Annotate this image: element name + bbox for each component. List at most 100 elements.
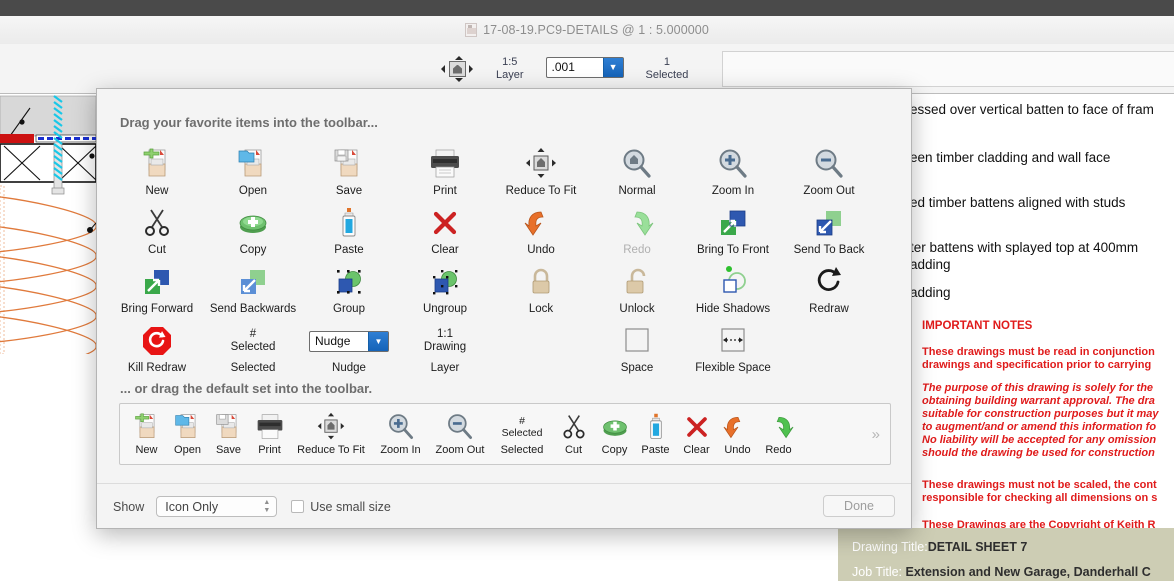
- palette-item-label: Layer: [430, 362, 460, 374]
- default-item-undo[interactable]: Undo: [717, 412, 758, 456]
- toolbar-item-palette[interactable]: New Open Save Print Reduce To Fit Normal…: [109, 139, 901, 375]
- palette-item-space[interactable]: Space: [589, 316, 685, 375]
- selected-count-icon: # Selected: [231, 324, 276, 358]
- new-document-icon: [132, 412, 162, 442]
- default-item-label: Selected: [500, 444, 544, 456]
- default-item-open[interactable]: Open: [167, 412, 208, 456]
- group-icon: [332, 265, 366, 299]
- palette-item-unlock[interactable]: Unlock: [589, 257, 685, 316]
- selected-glyph-hash: #: [249, 328, 257, 340]
- palette-item-flexible-space[interactable]: Flexible Space: [685, 316, 781, 375]
- palette-item-selected[interactable]: # Selected Selected: [205, 316, 301, 375]
- palette-item-label: Space: [620, 362, 654, 374]
- palette-item-bring-forward[interactable]: Bring Forward: [109, 257, 205, 316]
- use-small-size-row[interactable]: Use small size: [291, 500, 391, 514]
- default-item-reduce-to-fit[interactable]: Reduce To Fit: [290, 412, 372, 456]
- palette-item-kill-redraw[interactable]: Kill Redraw: [109, 316, 205, 375]
- screen: 17-08-19.PC9-DETAILS @ 1 : 5.000000 1:5 …: [0, 0, 1174, 581]
- use-small-size-checkbox[interactable]: [291, 500, 305, 513]
- palette-item-clear[interactable]: Clear: [397, 198, 493, 257]
- default-item-clear[interactable]: Clear: [676, 412, 717, 456]
- palette-item-label: Group: [333, 303, 365, 315]
- palette-item-send-backwards[interactable]: Send Backwards: [205, 257, 301, 316]
- palette-item-send-to-back[interactable]: Send To Back: [781, 198, 877, 257]
- overflow-chevron-icon[interactable]: »: [872, 426, 884, 443]
- default-item-label: Print: [258, 444, 281, 456]
- default-item-label: Save: [215, 444, 242, 456]
- scissors-icon: [559, 412, 589, 442]
- palette-item-nudge[interactable]: Nudge ▼ Nudge: [301, 316, 397, 375]
- palette-item-normal[interactable]: Normal: [589, 139, 685, 198]
- palette-item-layer[interactable]: 1:1 Drawing Layer: [397, 316, 493, 375]
- default-item-zoom-in[interactable]: Zoom In: [372, 412, 429, 456]
- stepper-arrows-icon[interactable]: ▲ ▼: [263, 499, 270, 514]
- palette-item-save[interactable]: Save: [301, 139, 397, 198]
- default-item-zoom-out[interactable]: Zoom Out: [429, 412, 491, 456]
- palette-item-reduce-to-fit[interactable]: Reduce To Fit: [493, 139, 589, 198]
- palette-item-bring-to-front[interactable]: Bring To Front: [685, 198, 781, 257]
- default-item-label: Open: [174, 444, 201, 456]
- copy-icon: [600, 412, 630, 442]
- customize-toolbar-dialog[interactable]: Drag your favorite items into the toolba…: [96, 88, 912, 529]
- toolbar-layer-scale[interactable]: 1:5 Layer: [496, 56, 524, 82]
- default-item-selected[interactable]: # Selected Selected: [491, 412, 553, 456]
- palette-item-open[interactable]: Open: [205, 139, 301, 198]
- palette-item-paste[interactable]: Paste: [301, 198, 397, 257]
- layer-glyph-ratio: 1:1: [437, 328, 453, 340]
- default-item-copy[interactable]: Copy: [594, 412, 635, 456]
- toolbar-nudge-combo[interactable]: .001 ▼: [545, 57, 624, 80]
- window-title: 17-08-19.PC9-DETAILS @ 1 : 5.000000: [465, 23, 709, 37]
- palette-item-copy[interactable]: Copy: [205, 198, 301, 257]
- printer-icon: [428, 147, 462, 181]
- default-toolbar-set[interactable]: New Open Save Print Reduce To Fit Zoom I…: [119, 403, 891, 465]
- lock-icon: [524, 265, 558, 299]
- default-item-save[interactable]: Save: [208, 412, 249, 456]
- drawing-note: adding: [910, 257, 951, 272]
- reduce-to-fit-icon: [440, 55, 474, 82]
- palette-item-new[interactable]: New: [109, 139, 205, 198]
- system-menu-bar[interactable]: [0, 0, 1174, 16]
- palette-item-ungroup[interactable]: Ungroup: [397, 257, 493, 316]
- selected-count-icon: # Selected: [502, 412, 543, 442]
- application-toolbar[interactable]: 1:5 Layer .001 ▼ 1 Selected: [0, 44, 1174, 94]
- palette-item-undo[interactable]: Undo: [493, 198, 589, 257]
- flexible-space-icon: [716, 324, 750, 358]
- palette-item-label: Reduce To Fit: [505, 185, 577, 197]
- default-item-label: Clear: [683, 444, 710, 456]
- palette-item-label: Hide Shadows: [695, 303, 771, 315]
- paste-glue-icon: [641, 412, 671, 442]
- red-note-block: These drawings must be read in conjuncti…: [922, 346, 1155, 371]
- default-item-redo[interactable]: Redo: [758, 412, 799, 456]
- palette-item-hide-shadows[interactable]: Hide Shadows: [685, 257, 781, 316]
- dialog-footer: Show Icon Only ▲ ▼ Use small size Done: [97, 483, 911, 529]
- palette-item-zoom-in[interactable]: Zoom In: [685, 139, 781, 198]
- show-mode-select[interactable]: Icon Only ▲ ▼: [156, 496, 278, 517]
- palette-item-redo[interactable]: Redo: [589, 198, 685, 257]
- default-item-label: New: [135, 444, 158, 456]
- palette-item-cut[interactable]: Cut: [109, 198, 205, 257]
- palette-item-zoom-out[interactable]: Zoom Out: [781, 139, 877, 198]
- palette-item-label: Zoom In: [711, 185, 755, 197]
- palette-item-redraw[interactable]: Redraw: [781, 257, 877, 316]
- default-item-cut[interactable]: Cut: [553, 412, 594, 456]
- chevron-down-icon[interactable]: ▼: [368, 331, 388, 351]
- palette-item-label: Unlock: [619, 303, 655, 315]
- palette-item-label: Open: [238, 185, 268, 197]
- job-title-value: Extension and New Garage, Danderhall C: [905, 565, 1151, 579]
- toolbar-reduce-to-fit[interactable]: [440, 55, 474, 82]
- nudge-combo-box[interactable]: .001 ▼: [545, 57, 624, 78]
- palette-item-lock[interactable]: Lock: [493, 257, 589, 316]
- toolbar-selected-count[interactable]: 1 Selected: [646, 56, 689, 82]
- default-item-paste[interactable]: Paste: [635, 412, 676, 456]
- palette-item-label: Normal: [618, 185, 656, 197]
- chevron-down-icon[interactable]: ▼: [602, 58, 623, 77]
- default-item-new[interactable]: New: [126, 412, 167, 456]
- default-item-print[interactable]: Print: [249, 412, 290, 456]
- selected-count-label: Selected: [645, 68, 689, 81]
- palette-item-print[interactable]: Print: [397, 139, 493, 198]
- palette-item-group[interactable]: Group: [301, 257, 397, 316]
- customize-heading: Drag your favorite items into the toolba…: [120, 115, 378, 130]
- done-button[interactable]: Done: [823, 495, 895, 517]
- palette-item-label: Clear: [431, 244, 459, 256]
- window-title-bar[interactable]: 17-08-19.PC9-DETAILS @ 1 : 5.000000: [0, 16, 1174, 44]
